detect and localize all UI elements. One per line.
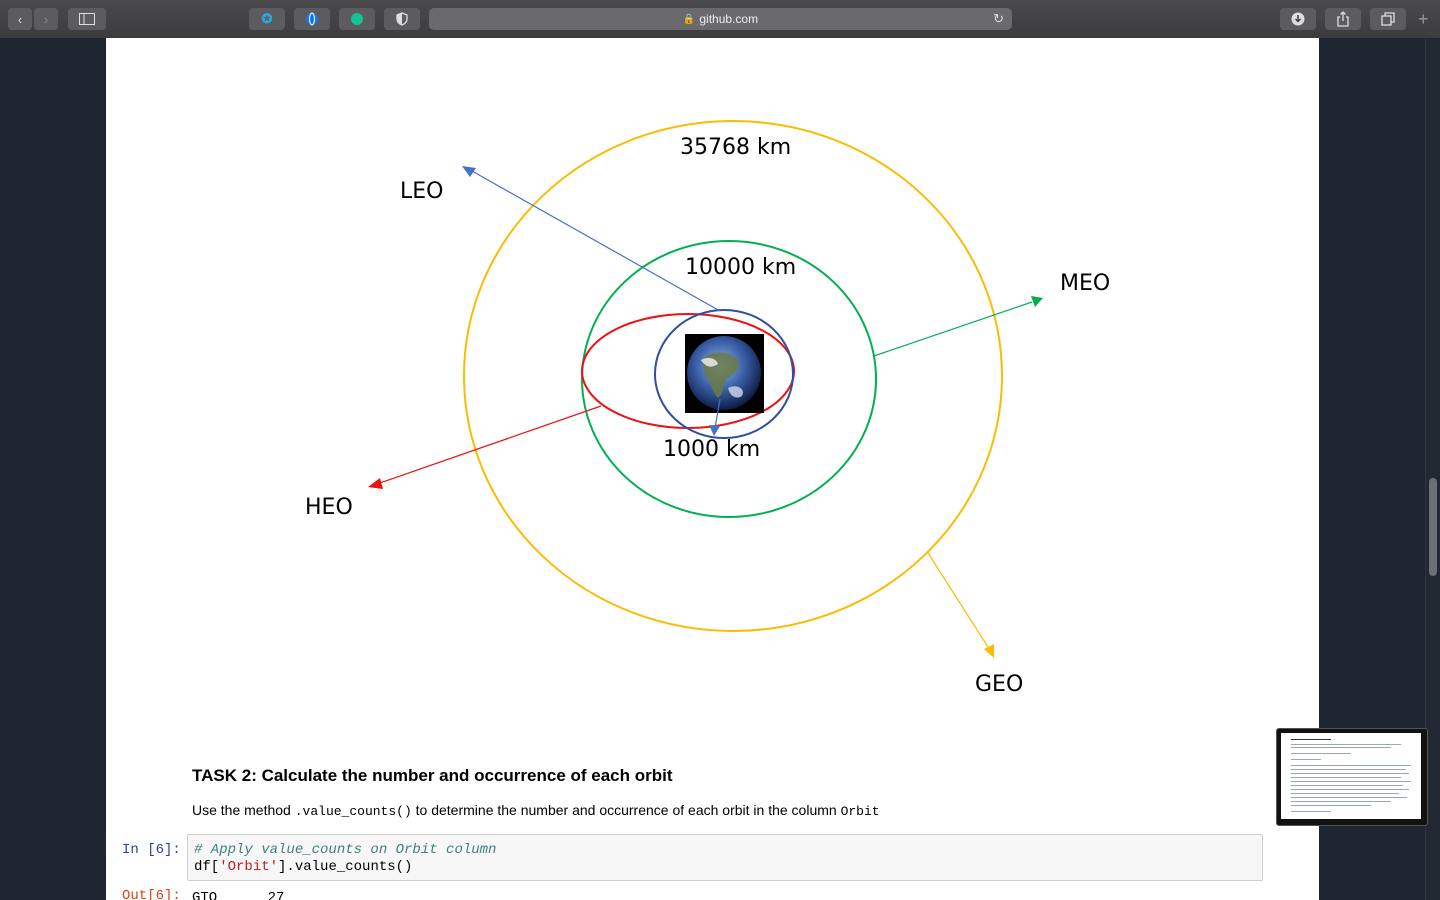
code-cell[interactable]: # Apply value_counts on Orbit column df[… [187,834,1263,881]
chevron-right-icon: › [43,11,49,27]
new-tab-button[interactable]: + [1418,10,1429,28]
scrollbar-thumb[interactable] [1429,478,1437,576]
task-heading: TASK 2: Calculate the number and occurre… [192,766,673,785]
extension-button-3[interactable] [339,8,375,30]
input-prompt: In [6]: [122,842,181,858]
forward-button[interactable]: › [34,8,58,30]
reload-icon[interactable]: ↻ [993,11,1004,27]
orbit-diagram: 35768 km 10000 km 1000 km LEO MEO HEO GE… [305,120,1110,697]
code-prefix: df[ [194,859,220,875]
leo-label: LEO [400,179,443,204]
download-icon [1291,12,1305,26]
para-code-column: Orbit [840,804,880,819]
para-text-1: Use the method [192,802,295,818]
code-comment: # Apply value_counts on Orbit column [194,842,497,858]
code-string: 'Orbit' [219,859,279,875]
address-bar[interactable]: 🔒 github.com ↻ [429,8,1012,30]
shield-icon [396,12,408,26]
geo-altitude-label: 35768 km [680,135,791,160]
heo-arrow [368,405,602,489]
lock-icon: 🔒 [682,13,696,25]
earth-image [685,334,764,413]
share-icon [1337,11,1349,27]
notebook-page: 35768 km 10000 km 1000 km LEO MEO HEO GE… [106,38,1319,900]
tabs-icon [1381,12,1395,26]
para-text-2: to determine the number and occurrence o… [411,802,841,818]
grammarly-icon [351,13,363,25]
extension-button-2[interactable] [294,8,330,30]
address-bar-url: github.com [699,12,759,26]
code-suffix: ].value_counts() [278,859,413,875]
thumbnail-content [1281,733,1421,819]
chevron-left-icon: ‹ [17,11,23,27]
heo-label: HEO [305,495,353,520]
accessibility-icon: ✪ [261,11,273,26]
sidebar-toggle-button[interactable] [68,8,106,30]
screenshot-thumbnail[interactable] [1276,728,1428,826]
meo-altitude-label: 10000 km [685,255,796,280]
meo-label: MEO [1060,271,1110,296]
tab-overview-button[interactable] [1370,8,1406,30]
downloads-button[interactable] [1280,8,1316,30]
extension-button-1[interactable]: ✪ [249,8,285,30]
share-button[interactable] [1325,8,1361,30]
geo-arrow [927,552,994,658]
task-description: Use the method .value_counts() to determ… [192,802,880,819]
sidebar-icon [79,13,95,25]
meo-arrow [873,296,1043,357]
geo-label: GEO [975,672,1023,697]
browser-toolbar: ‹ › ✪ 🔒 github.com ↻ + [0,0,1440,39]
page-left-margin [0,38,106,900]
output-prompt: Out[6]: [122,888,181,900]
extension-button-4[interactable] [384,8,420,30]
para-code-method: .value_counts() [294,804,412,819]
output-text: GTO 27 [192,890,285,900]
back-button[interactable]: ‹ [8,8,32,30]
globe-extension-icon [306,12,318,26]
leo-altitude-label: 1000 km [663,437,760,462]
